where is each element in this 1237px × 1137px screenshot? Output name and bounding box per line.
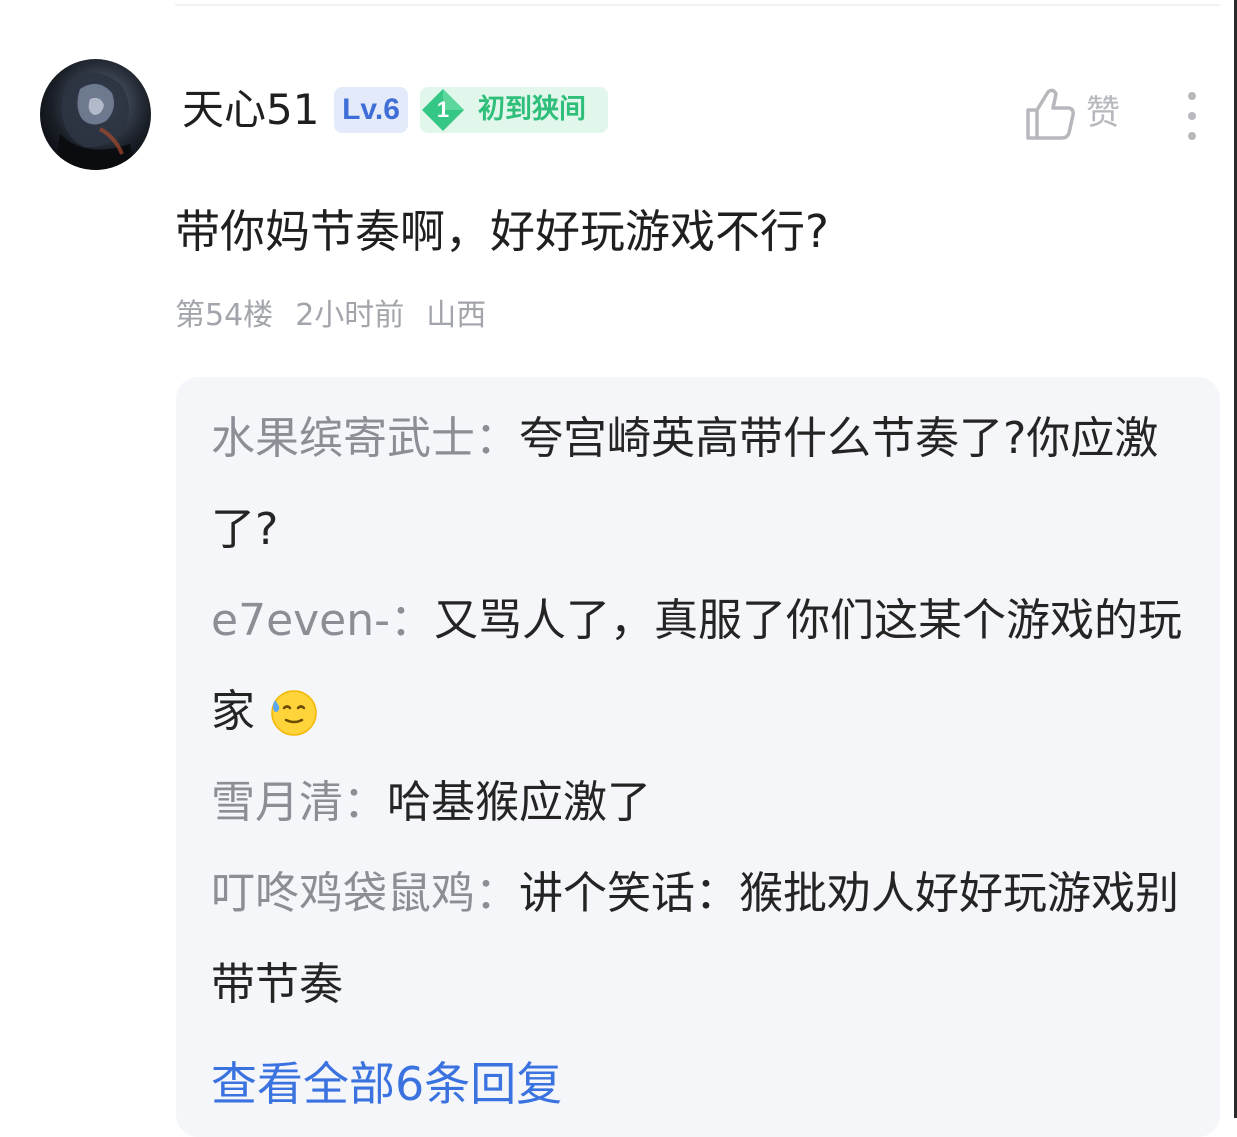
location: 山西 [426,298,487,333]
rank-title: 初到狭间 [478,94,586,125]
view-all-replies-link[interactable]: 查看全部6条回复 [211,1053,562,1115]
level-badge: Lv.6 [334,87,408,133]
rank-badge: 1 初到狭间 [420,87,608,133]
reply-author[interactable]: 雪月清： [211,777,387,828]
reply-item[interactable]: 叮咚鸡袋鼠鸡：讲个笑话：猴批劝人好好玩游戏别带节奏 [211,848,1186,1030]
post-time: 2小时前 [295,298,405,333]
avatar[interactable] [40,59,151,170]
reply-text: 哈基猴应激了 [387,777,651,828]
reply-item[interactable]: e7even-：又骂人了，真服了你们这某个游戏的玩家 [211,575,1186,757]
reply-author[interactable]: e7even-： [211,595,434,646]
comment-text: 带你妈节奏啊，好好玩游戏不行? [175,205,829,258]
username[interactable]: 天心51 [182,84,319,136]
floor-number: 第54楼 [175,298,274,333]
top-divider [175,4,1220,6]
avatar-image [55,72,135,170]
like-button[interactable]: 赞 [1022,84,1132,144]
reply-item[interactable]: 雪月清：哈基猴应激了 [211,757,1186,848]
more-vertical-icon [1188,92,1196,140]
like-label: 赞 [1086,93,1120,133]
more-options-button[interactable] [1174,88,1210,144]
comment-meta: 第54楼 2小时前 山西 [175,296,508,336]
sweat-smile-emoji-icon [271,690,317,736]
reply-item[interactable]: 水果缤寄武士：夸宫崎英高带什么节奏了?你应激了? [211,393,1186,575]
reply-author[interactable]: 水果缤寄武士： [211,413,519,464]
replies-panel[interactable]: 水果缤寄武士：夸宫崎英高带什么节奏了?你应激了? e7even-：又骂人了，真服… [176,377,1220,1137]
rank-number: 1 [436,97,450,122]
thumbs-up-icon [1026,88,1075,140]
reply-author[interactable]: 叮咚鸡袋鼠鸡： [211,868,519,919]
